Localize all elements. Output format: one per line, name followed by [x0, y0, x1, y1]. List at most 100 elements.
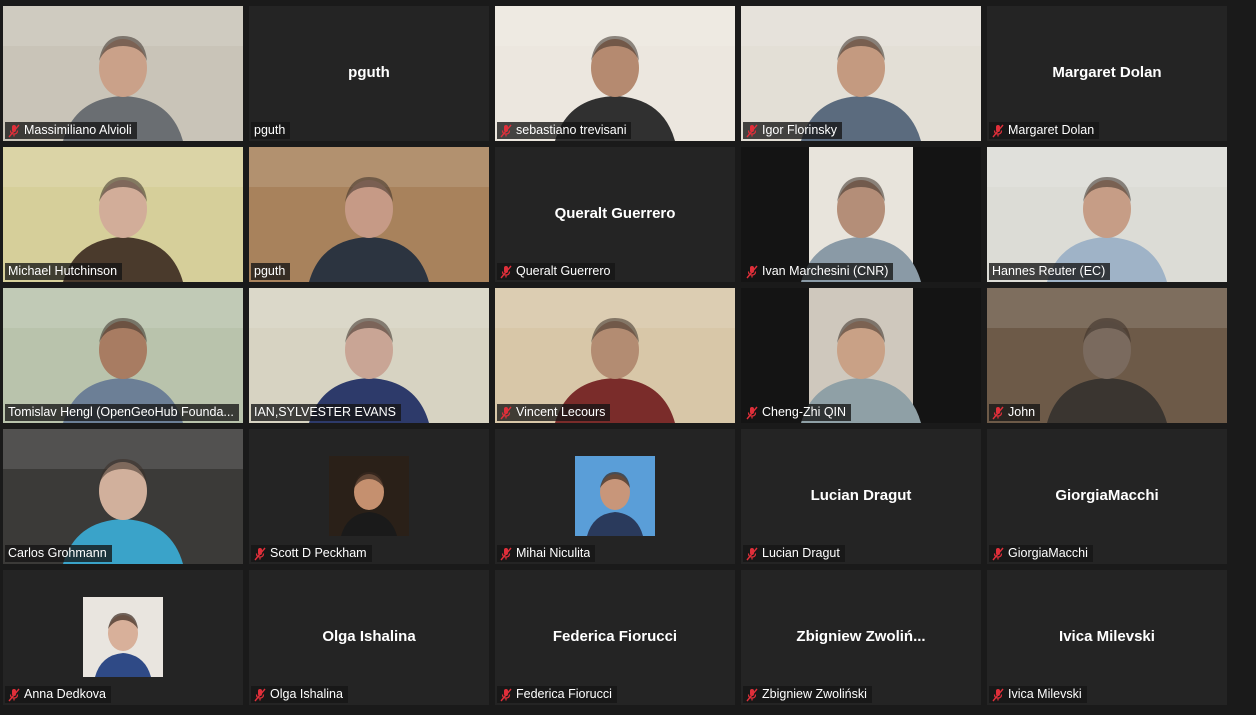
participant-name-tag: Massimiliano Alvioli: [5, 122, 137, 139]
participant-video: [987, 147, 1227, 282]
participant-display-name: Queralt Guerrero: [554, 205, 676, 222]
participant-name-label: sebastiano trevisani: [516, 123, 627, 137]
participant-display-name: Margaret Dolan: [1052, 64, 1162, 81]
participant-name-tag: Olga Ishalina: [251, 686, 348, 703]
profile-picture: [575, 456, 655, 536]
participant-name-label: Carlos Grohmann: [8, 546, 107, 560]
microphone-muted-icon: [746, 688, 758, 702]
participant-name-label: Federica Fiorucci: [516, 687, 612, 701]
participant-video: [741, 147, 981, 282]
microphone-muted-icon: [746, 547, 758, 561]
participant-tile[interactable]: John: [987, 288, 1227, 423]
participant-tile[interactable]: IAN,SYLVESTER EVANS: [249, 288, 489, 423]
participant-tile[interactable]: Mihai Niculita: [495, 429, 735, 564]
participant-name-tag: pguth: [251, 122, 291, 139]
participant-name-label: Igor Florinsky: [762, 123, 838, 137]
participant-video: [249, 288, 489, 423]
participant-tile[interactable]: Federica Fiorucci Federica Fiorucci: [495, 570, 735, 705]
participant-name-tag: Scott D Peckham: [251, 545, 372, 562]
participant-tile[interactable]: Tomislav Hengl (OpenGeoHub Founda...: [3, 288, 243, 423]
participant-tile[interactable]: Carlos Grohmann: [3, 429, 243, 564]
participant-tile[interactable]: Michael Hutchinson: [3, 147, 243, 282]
participant-tile[interactable]: Ivan Marchesini (CNR): [741, 147, 981, 282]
participant-display-name: Ivica Milevski: [1059, 628, 1155, 645]
participant-tile[interactable]: Queralt Guerrero Queralt Guerrero: [495, 147, 735, 282]
participant-name-label: Ivan Marchesini (CNR): [762, 264, 889, 278]
microphone-muted-icon: [500, 265, 512, 279]
microphone-muted-icon: [254, 688, 266, 702]
participant-tile[interactable]: Lucian Dragut Lucian Dragut: [741, 429, 981, 564]
microphone-muted-icon: [746, 124, 758, 138]
participant-name-tag: Ivan Marchesini (CNR): [743, 263, 894, 280]
participant-name-label: Mihai Niculita: [516, 546, 591, 560]
participant-name-tag: sebastiano trevisani: [497, 122, 632, 139]
participant-display-name: Olga Ishalina: [322, 628, 416, 645]
participant-display-name: Federica Fiorucci: [552, 628, 678, 645]
microphone-muted-icon: [500, 547, 512, 561]
participant-video: [741, 6, 981, 141]
participant-name-label: Massimiliano Alvioli: [24, 123, 132, 137]
microphone-muted-icon: [746, 265, 758, 279]
participant-name-tag: Igor Florinsky: [743, 122, 843, 139]
participant-name-label: IAN,SYLVESTER EVANS: [254, 405, 396, 419]
participant-tile[interactable]: Massimiliano Alvioli: [3, 6, 243, 141]
participant-video: [987, 288, 1227, 423]
participant-name-tag: Cheng-Zhi QIN: [743, 404, 852, 421]
microphone-muted-icon: [500, 406, 512, 420]
participant-name-label: Tomislav Hengl (OpenGeoHub Founda...: [8, 405, 234, 419]
participant-tile[interactable]: pguth pguth: [249, 6, 489, 141]
participant-tile[interactable]: sebastiano trevisani: [495, 6, 735, 141]
participant-name-tag: Anna Dedkova: [5, 686, 112, 703]
video-grid: Massimiliano Alvioli pguth pguth sebastiano…: [0, 0, 1256, 715]
participant-name-label: Ivica Milevski: [1008, 687, 1082, 701]
participant-name-tag: Margaret Dolan: [989, 122, 1100, 139]
participant-name-tag: Ivica Milevski: [989, 686, 1087, 703]
participant-name-label: John: [1008, 405, 1036, 419]
participant-name-tag: Tomislav Hengl (OpenGeoHub Founda...: [5, 404, 239, 421]
participant-tile[interactable]: Hannes Reuter (EC): [987, 147, 1227, 282]
participant-tile[interactable]: Anna Dedkova: [3, 570, 243, 705]
microphone-muted-icon: [746, 406, 758, 420]
participant-name-label: Scott D Peckham: [270, 546, 367, 560]
participant-display-name: Zbigniew Zwoliń...: [796, 628, 926, 645]
participant-tile[interactable]: Margaret Dolan Margaret Dolan: [987, 6, 1227, 141]
participant-name-tag: GiorgiaMacchi: [989, 545, 1093, 562]
participant-tile[interactable]: GiorgiaMacchi GiorgiaMacchi: [987, 429, 1227, 564]
participant-name-label: Anna Dedkova: [24, 687, 107, 701]
participant-name-tag: Vincent Lecours: [497, 404, 611, 421]
participant-name-tag: Hannes Reuter (EC): [989, 263, 1111, 280]
participant-display-name: GiorgiaMacchi: [1055, 487, 1159, 504]
participant-tile[interactable]: Cheng-Zhi QIN: [741, 288, 981, 423]
microphone-muted-icon: [992, 124, 1004, 138]
participant-tile[interactable]: Igor Florinsky: [741, 6, 981, 141]
microphone-muted-icon: [992, 406, 1004, 420]
participant-name-label: pguth: [254, 264, 286, 278]
participant-tile[interactable]: Vincent Lecours: [495, 288, 735, 423]
participant-name-label: pguth: [254, 123, 286, 137]
participant-name-tag: IAN,SYLVESTER EVANS: [251, 404, 401, 421]
participant-video: [495, 6, 735, 141]
profile-picture: [83, 597, 163, 677]
participant-name-label: Olga Ishalina: [270, 687, 343, 701]
participant-tile[interactable]: pguth: [249, 147, 489, 282]
participant-name-label: GiorgiaMacchi: [1008, 546, 1088, 560]
participant-name-tag: Queralt Guerrero: [497, 263, 616, 280]
participant-tile[interactable]: Scott D Peckham: [249, 429, 489, 564]
participant-name-label: Vincent Lecours: [516, 405, 606, 419]
profile-picture: [329, 456, 409, 536]
participant-video: [3, 429, 243, 564]
participant-video: [495, 288, 735, 423]
participant-name-label: Hannes Reuter (EC): [992, 264, 1106, 278]
participant-video: [3, 147, 243, 282]
participant-tile[interactable]: Zbigniew Zwoliń... Zbigniew Zwoliński: [741, 570, 981, 705]
participant-tile[interactable]: Olga Ishalina Olga Ishalina: [249, 570, 489, 705]
participant-video: [3, 6, 243, 141]
participant-name-label: Margaret Dolan: [1008, 123, 1095, 137]
participant-name-label: Michael Hutchinson: [8, 264, 118, 278]
participant-name-tag: Federica Fiorucci: [497, 686, 617, 703]
participant-tile[interactable]: Ivica Milevski Ivica Milevski: [987, 570, 1227, 705]
microphone-muted-icon: [8, 688, 20, 702]
participant-name-tag: pguth: [251, 263, 291, 280]
microphone-muted-icon: [500, 688, 512, 702]
participant-name-label: Cheng-Zhi QIN: [762, 405, 847, 419]
